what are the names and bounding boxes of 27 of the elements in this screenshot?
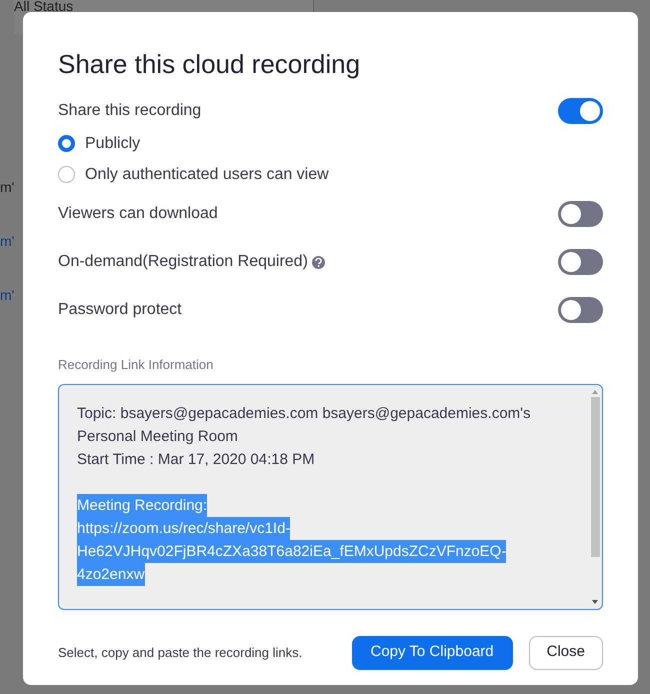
scrollbar[interactable] [590, 388, 600, 604]
toggle-switch[interactable] [558, 297, 603, 323]
row-fragment: m' [0, 286, 14, 304]
help-icon[interactable] [312, 256, 325, 268]
link-text-line: Start Time : Mar 17, 2020 04:18 PM [77, 450, 315, 470]
dialog-title: Share this cloud recording [58, 48, 362, 80]
section-label: Recording Link Information [58, 356, 214, 374]
radio-button[interactable] [58, 135, 75, 152]
radio-option[interactable]: Publicly [58, 128, 603, 159]
row-fragment: m' [0, 232, 14, 250]
toggle-switch[interactable] [558, 201, 603, 227]
close-button[interactable]: Close [528, 636, 603, 670]
footer-hint: Select, copy and paste the recording links. [58, 644, 304, 662]
copy-button[interactable]: Copy To Clipboard [352, 636, 513, 670]
link-text-line: Topic: bsayers@gepacademies.com bsayers@gepacademies.com's [77, 404, 531, 424]
toggle-switch[interactable] [558, 249, 603, 275]
row-fragment: m' [0, 178, 14, 196]
scroll-down-icon[interactable] [591, 598, 599, 604]
toggle-switch[interactable] [558, 98, 603, 124]
setting-label: On-demand(Registration Required) [58, 252, 308, 272]
radio-button[interactable] [58, 166, 75, 183]
link-text-line: Personal Meeting Room [77, 426, 238, 446]
setting-label: Viewers can download [58, 204, 218, 224]
setting-label: Password protect [58, 300, 182, 320]
link-text-area[interactable] [58, 384, 603, 610]
setting-label: Share this recording [58, 101, 202, 121]
radio-option[interactable]: Only authenticated users can view [58, 159, 603, 190]
